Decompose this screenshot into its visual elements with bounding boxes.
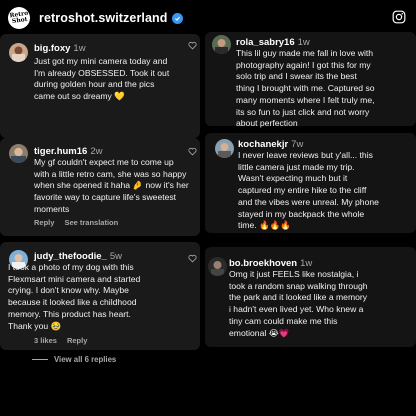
view-all-replies-label: View all 6 replies (54, 355, 117, 364)
comment-time: 7w (291, 139, 304, 150)
comment-text: This lil guy made me fall in love with p… (236, 48, 375, 129)
comment-card: bo.broekhoven 1w Omg it just FEELS like n… (205, 247, 416, 347)
account-name[interactable]: retroshot.switzerland (39, 11, 168, 25)
comment-text: I took a photo of my dog with this Flexm… (8, 262, 141, 331)
heart-icon[interactable] (188, 37, 197, 55)
comment-time: 1w (297, 37, 310, 48)
comment-card: rola_sabry16 1w This lil guy made me fall… (205, 32, 416, 128)
comment-username[interactable]: bo.broekhoven 1w (229, 258, 312, 269)
avatar[interactable] (9, 144, 28, 163)
comment-time: 1w (300, 258, 313, 269)
see-translation-button[interactable]: See translation (64, 218, 118, 227)
comment-actions: Reply See translation (34, 218, 128, 227)
comment-card: tiger.hum16 2w My gf couldn't expect me t… (0, 138, 200, 236)
post-header: Retro Shot retroshot.switzerland (8, 7, 183, 29)
comment-username[interactable]: rola_sabry16 1w (236, 37, 310, 48)
avatar[interactable] (208, 257, 227, 276)
comment-card: kochanekjr 7w I never leave reviews but y… (205, 133, 416, 233)
heart-icon[interactable] (188, 250, 197, 268)
instagram-icon[interactable] (392, 10, 406, 29)
comment-username[interactable]: judy_thefoodie_ 5w (34, 251, 122, 262)
view-all-replies-button[interactable]: View all 6 replies (32, 355, 116, 364)
heart-icon[interactable] (188, 143, 197, 161)
avatar[interactable] (9, 43, 28, 62)
comment-card: big.foxy 1w Just got my mini camera today… (0, 34, 200, 138)
comment-username[interactable]: big.foxy 1w (34, 43, 86, 54)
comment-time: 2w (90, 146, 103, 157)
comment-username[interactable]: tiger.hum16 2w (34, 146, 102, 157)
likes-count[interactable]: 3 likes (34, 336, 57, 345)
comment-actions: 3 likes Reply (34, 336, 97, 345)
comment-time: 1w (73, 43, 86, 54)
reply-button[interactable]: Reply (67, 336, 87, 345)
avatar[interactable] (215, 139, 234, 158)
comment-username[interactable]: kochanekjr 7w (238, 139, 303, 150)
comment-text: I never leave reviews but y'all... this … (238, 150, 379, 231)
avatar[interactable] (212, 35, 231, 54)
account-avatar[interactable]: Retro Shot (8, 7, 30, 29)
reply-button[interactable]: Reply (34, 218, 54, 227)
divider (32, 359, 48, 360)
comment-text: My gf couldn't expect me to come up with… (34, 157, 189, 214)
brand-logo: Retro Shot (8, 9, 29, 26)
verified-badge-icon (171, 12, 183, 24)
comment-text: Just got my mini camera today and I'm al… (34, 56, 170, 102)
comment-time: 5w (109, 251, 122, 262)
comment-card: judy_thefoodie_ 5w I took a photo of my d… (0, 242, 200, 350)
comment-text: Omg it just FEELS like nostalgia, i took… (229, 269, 368, 338)
